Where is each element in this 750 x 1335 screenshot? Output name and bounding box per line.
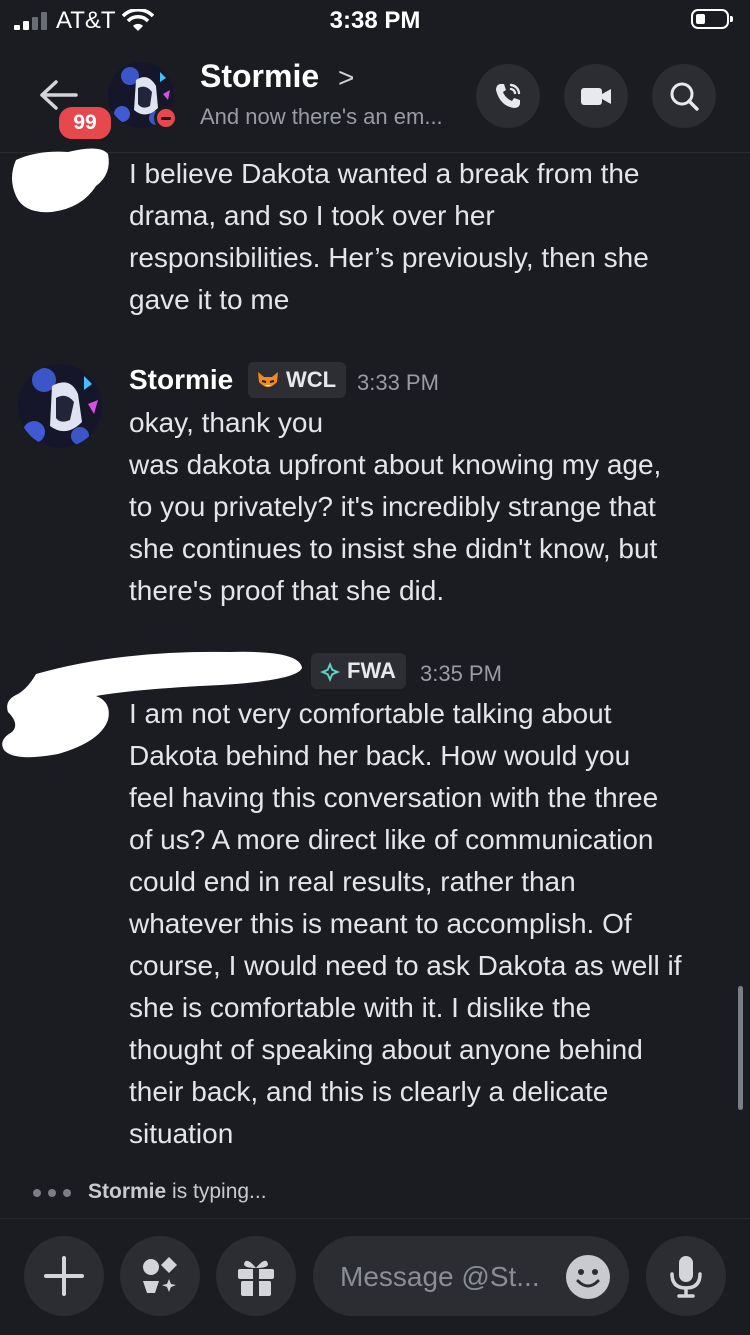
attach-button[interactable] <box>24 1236 104 1316</box>
battery-icon <box>691 9 733 29</box>
do-not-disturb-status-icon <box>154 106 178 130</box>
video-call-button[interactable] <box>564 64 628 128</box>
microphone-icon <box>670 1256 702 1298</box>
server-tag-label: WCL <box>286 367 337 392</box>
server-tag[interactable]: FWA <box>311 653 406 689</box>
status-bar: AT&T 3:38 PM <box>0 0 750 44</box>
fox-icon <box>258 372 278 388</box>
message-timestamp: 3:33 PM <box>357 370 439 395</box>
apps-button[interactable] <box>120 1236 200 1316</box>
message-text: I am not very comfortable talking about … <box>129 698 682 1149</box>
video-icon <box>581 88 611 105</box>
typing-suffix: is typing... <box>166 1180 267 1203</box>
message-text: I believe Dakota wanted a break from the… <box>129 158 649 315</box>
gift-icon <box>238 1260 274 1296</box>
chevron-right-icon[interactable]: > <box>338 62 354 94</box>
voice-call-button[interactable] <box>476 64 540 128</box>
voice-message-button[interactable] <box>646 1236 726 1316</box>
search-icon <box>670 82 699 111</box>
clock: 3:38 PM <box>329 7 421 34</box>
avatar[interactable] <box>18 364 102 448</box>
typing-user: Stormie <box>88 1180 167 1203</box>
sparkle-icon <box>320 662 340 683</box>
scrollbar[interactable] <box>738 986 743 1110</box>
message-author[interactable]: Stormie <box>129 364 233 396</box>
message-input-placeholder: Message @St... <box>340 1261 540 1292</box>
conversation-name[interactable]: Stormie <box>200 58 319 95</box>
apps-icon <box>143 1257 177 1293</box>
message-text: okay, thank you was dakota upfront about… <box>129 407 662 606</box>
phone-icon <box>496 83 521 108</box>
server-tag[interactable]: WCL <box>248 362 347 398</box>
emoji-icon[interactable] <box>566 1255 610 1299</box>
conversation-status-text: And now there's an em... <box>200 104 443 129</box>
plus-icon <box>44 1256 84 1296</box>
gift-button[interactable] <box>216 1236 296 1316</box>
message-timestamp: 3:35 PM <box>420 661 502 686</box>
server-tag-label: FWA <box>347 658 396 683</box>
search-button[interactable] <box>652 64 716 128</box>
typing-indicator: Stormie is typing... <box>88 1180 267 1204</box>
redacted-avatar <box>12 148 109 213</box>
unread-count-badge: 99 <box>56 104 114 142</box>
